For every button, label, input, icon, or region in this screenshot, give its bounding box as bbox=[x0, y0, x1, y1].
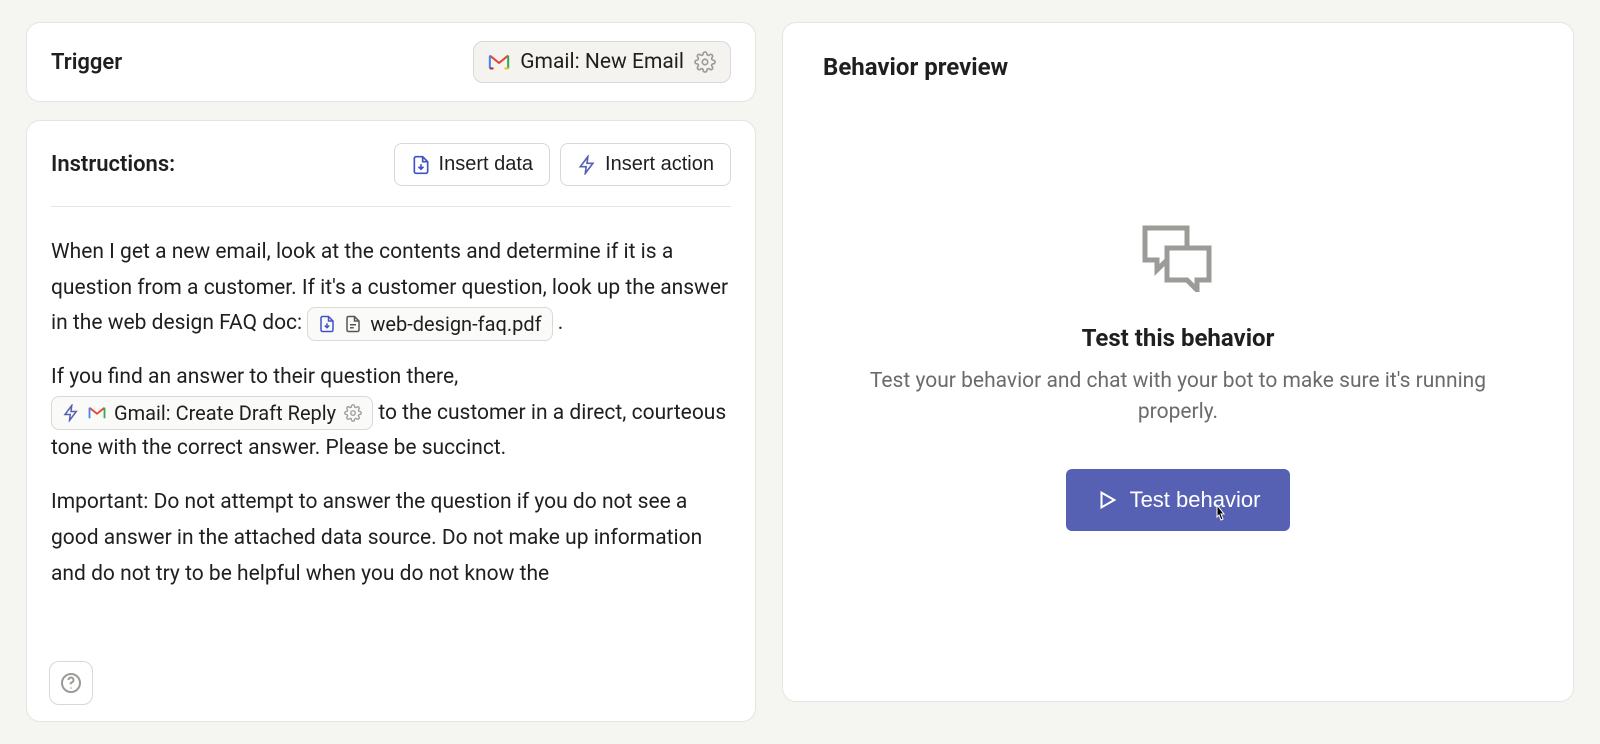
instructions-text-3: Important: Do not attempt to answer the … bbox=[51, 490, 702, 585]
trigger-selected-text: Gmail: New Email bbox=[520, 50, 684, 74]
gmail-icon bbox=[88, 406, 106, 420]
trigger-selected-pill[interactable]: Gmail: New Email bbox=[473, 41, 731, 83]
document-icon bbox=[344, 315, 362, 333]
cursor-pointer-icon bbox=[1210, 503, 1230, 525]
action-chip[interactable]: Gmail: Create Draft Reply bbox=[51, 396, 373, 430]
instructions-body[interactable]: When I get a new email, look at the cont… bbox=[51, 207, 731, 592]
insert-data-button[interactable]: Insert data bbox=[394, 143, 551, 186]
gear-icon[interactable] bbox=[344, 404, 362, 422]
insert-data-label: Insert data bbox=[439, 153, 534, 176]
test-behavior-button[interactable]: Test behavior bbox=[1066, 469, 1291, 531]
insert-data-icon bbox=[411, 155, 431, 175]
chat-bubbles-icon bbox=[1139, 222, 1217, 292]
help-button[interactable] bbox=[49, 661, 93, 705]
gear-icon[interactable] bbox=[694, 51, 716, 73]
test-behavior-label: Test behavior bbox=[1130, 487, 1261, 513]
insert-action-button[interactable]: Insert action bbox=[560, 143, 731, 186]
bolt-icon bbox=[577, 155, 597, 175]
instructions-header: Instructions: Insert data bbox=[51, 143, 731, 207]
data-source-icon bbox=[318, 315, 336, 333]
action-chip-text: Gmail: Create Draft Reply bbox=[114, 401, 336, 425]
instructions-title: Instructions: bbox=[51, 152, 175, 177]
trigger-card: Trigger Gmail: New Email bbox=[26, 22, 756, 102]
gmail-icon bbox=[488, 53, 510, 71]
bolt-icon bbox=[62, 404, 80, 422]
file-chip[interactable]: web-design-faq.pdf bbox=[307, 307, 552, 341]
preview-heading: Test this behavior bbox=[1082, 324, 1275, 352]
instructions-text-1-end: . bbox=[558, 311, 564, 335]
preview-subtext: Test your behavior and chat with your bo… bbox=[868, 366, 1488, 429]
file-chip-name: web-design-faq.pdf bbox=[370, 312, 541, 336]
instructions-card: Instructions: Insert data bbox=[26, 120, 756, 722]
behavior-preview-title: Behavior preview bbox=[823, 53, 1533, 81]
insert-action-label: Insert action bbox=[605, 153, 714, 176]
behavior-preview-card: Behavior preview Test this behavior Test… bbox=[782, 22, 1574, 702]
instructions-text-2: If you find an answer to their question … bbox=[51, 365, 458, 389]
play-icon bbox=[1096, 489, 1118, 511]
trigger-label: Trigger bbox=[51, 50, 122, 75]
